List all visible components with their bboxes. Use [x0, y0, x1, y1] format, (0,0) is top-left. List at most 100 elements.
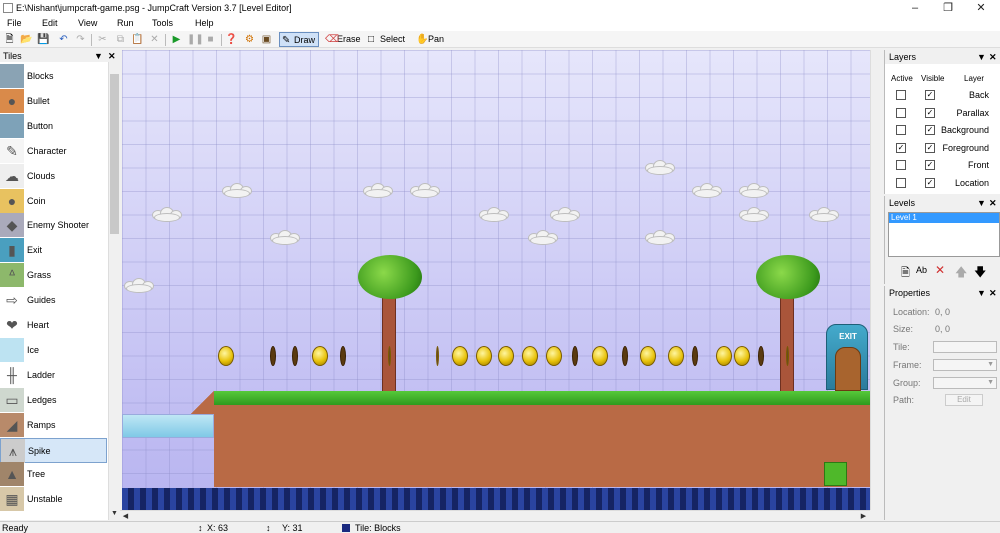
menu-edit[interactable]: Edit — [42, 18, 58, 28]
tile-item-enemy-shooter[interactable]: ◆ Enemy Shooter — [0, 213, 107, 238]
ice-block[interactable] — [122, 414, 214, 438]
tile-item-blocks[interactable]: Blocks — [0, 64, 107, 89]
coin-tile[interactable] — [640, 346, 656, 366]
tile-item-button[interactable]: Button — [0, 113, 107, 139]
scroll-thumb[interactable] — [110, 74, 119, 234]
paste-icon[interactable]: 📋 — [131, 33, 144, 46]
water-hazard[interactable] — [122, 488, 870, 510]
layer-active-checkbox[interactable] — [896, 90, 906, 100]
group-select[interactable]: ▼ — [933, 377, 997, 389]
run-icon[interactable]: ▶ — [170, 33, 183, 46]
level-canvas[interactable]: EXIT — [122, 50, 870, 510]
cloud-tile[interactable] — [122, 276, 156, 294]
tile-item-ice[interactable]: Ice — [0, 337, 107, 363]
scroll-down-icon[interactable]: ▼ — [109, 508, 120, 519]
tile-item-heart[interactable]: ❤ Heart — [0, 313, 107, 338]
save-icon[interactable]: 💾 — [37, 33, 50, 46]
copy-icon[interactable]: ⧉ — [114, 33, 127, 46]
close-icon[interactable]: ✕ — [989, 50, 997, 64]
open-folder-icon[interactable]: 📂 — [20, 33, 33, 46]
maximize-button[interactable]: ❐ — [933, 0, 963, 17]
move-up-icon[interactable]: 🡅 — [955, 263, 967, 284]
coin-tile[interactable] — [622, 346, 628, 366]
coin-tile[interactable] — [340, 346, 346, 366]
cloud-tile[interactable] — [807, 205, 841, 223]
coin-tile[interactable] — [312, 346, 328, 366]
pause-icon[interactable]: ❚❚ — [187, 33, 204, 46]
tile-item-unstable[interactable]: ▦ Unstable — [0, 487, 107, 512]
layer-active-checkbox[interactable]: ✓ — [896, 142, 906, 153]
tile-item-clouds[interactable]: ☁ Clouds — [0, 163, 107, 189]
menu-help[interactable]: Help — [195, 18, 214, 28]
pan-tool-button[interactable]: ✋ Pan — [414, 32, 447, 47]
tile-item-grass[interactable]: ᐞ Grass — [0, 263, 107, 288]
new-level-icon[interactable]: 🗎 — [901, 264, 910, 283]
menu-run[interactable]: Run — [117, 18, 134, 28]
ground-terrain[interactable] — [214, 391, 870, 487]
pin-icon[interactable]: ▼ — [977, 196, 986, 210]
layer-active-checkbox[interactable] — [896, 177, 906, 188]
help-icon[interactable]: ❓ — [225, 33, 238, 46]
pin-icon[interactable]: ▼ — [94, 50, 103, 62]
tile-item-coin[interactable]: ● Coin — [0, 188, 107, 214]
coin-tile[interactable] — [668, 346, 684, 366]
move-down-icon[interactable]: 🡇 — [974, 263, 986, 284]
tile-item-tree[interactable]: ▲ Tree — [0, 462, 107, 487]
tile-item-ramps[interactable]: ◢ Ramps — [0, 412, 107, 438]
cloud-tile[interactable] — [548, 205, 582, 223]
menu-view[interactable]: View — [78, 18, 97, 28]
erase-tool-button[interactable]: ⌫ Erase — [323, 32, 364, 47]
coin-tile[interactable] — [498, 346, 514, 366]
close-icon[interactable]: ✕ — [989, 286, 997, 300]
tree-canopy[interactable] — [756, 255, 820, 299]
cloud-tile[interactable] — [268, 228, 302, 246]
menu-file[interactable]: File — [7, 18, 22, 28]
redo-icon[interactable]: ↷ — [74, 33, 87, 46]
level-item[interactable]: Level 1 — [889, 213, 999, 223]
tile-item-exit[interactable]: ▮ Exit — [0, 238, 107, 263]
tile-field[interactable] — [933, 341, 997, 353]
canvas-horizontal-scrollbar[interactable]: ◀ ▶ — [120, 510, 870, 521]
coin-tile[interactable] — [522, 346, 538, 366]
coin-tile[interactable] — [452, 346, 468, 366]
ramp-tile[interactable] — [190, 391, 214, 415]
layer-active-checkbox[interactable] — [896, 160, 906, 170]
close-icon[interactable]: ✕ — [108, 50, 116, 62]
cut-icon[interactable]: ✂ — [96, 33, 109, 46]
cloud-tile[interactable] — [477, 205, 511, 223]
coin-tile[interactable] — [218, 346, 234, 366]
coin-tile[interactable] — [692, 346, 698, 366]
coin-tile[interactable] — [786, 346, 789, 366]
delete-icon[interactable]: ✕ — [148, 33, 161, 46]
settings-icon[interactable]: ⚙ — [243, 33, 256, 46]
cloud-tile[interactable] — [643, 228, 677, 246]
cloud-tile[interactable] — [643, 158, 677, 176]
edit-path-button[interactable]: Edit — [945, 394, 983, 406]
levels-list[interactable]: Level 1 — [888, 212, 1000, 257]
cloud-tile[interactable] — [361, 181, 395, 199]
delete-level-icon[interactable]: ✕ — [935, 263, 945, 277]
tile-item-character[interactable]: ✎ Character — [0, 138, 107, 164]
tile-item-bullet[interactable]: ● Bullet — [0, 88, 107, 114]
coin-tile[interactable] — [476, 346, 492, 366]
tileset-icon[interactable]: ▣ — [260, 33, 273, 46]
exit-door[interactable]: EXIT — [826, 324, 868, 391]
new-file-icon[interactable]: 🗎 — [3, 33, 16, 46]
layer-active-checkbox[interactable] — [896, 107, 906, 118]
frame-select[interactable]: ▼ — [933, 359, 997, 371]
draw-tool-button[interactable]: ✎ Draw — [279, 32, 319, 47]
coin-tile[interactable] — [734, 346, 750, 366]
menu-tools[interactable]: Tools — [152, 18, 173, 28]
close-button[interactable]: ✕ — [966, 0, 996, 17]
cloud-tile[interactable] — [526, 228, 560, 246]
grass-strip[interactable] — [214, 391, 870, 405]
tree-canopy[interactable] — [358, 255, 422, 299]
coin-tile[interactable] — [546, 346, 562, 366]
minimize-button[interactable]: – — [900, 0, 930, 17]
tile-item-guides[interactable]: ⇨ Guides — [0, 288, 107, 313]
layer-active-checkbox[interactable] — [896, 125, 906, 135]
cloud-tile[interactable] — [737, 181, 771, 199]
coin-tile[interactable] — [436, 346, 439, 366]
close-icon[interactable]: ✕ — [989, 196, 997, 210]
canvas-vertical-scrollbar[interactable] — [870, 50, 882, 510]
